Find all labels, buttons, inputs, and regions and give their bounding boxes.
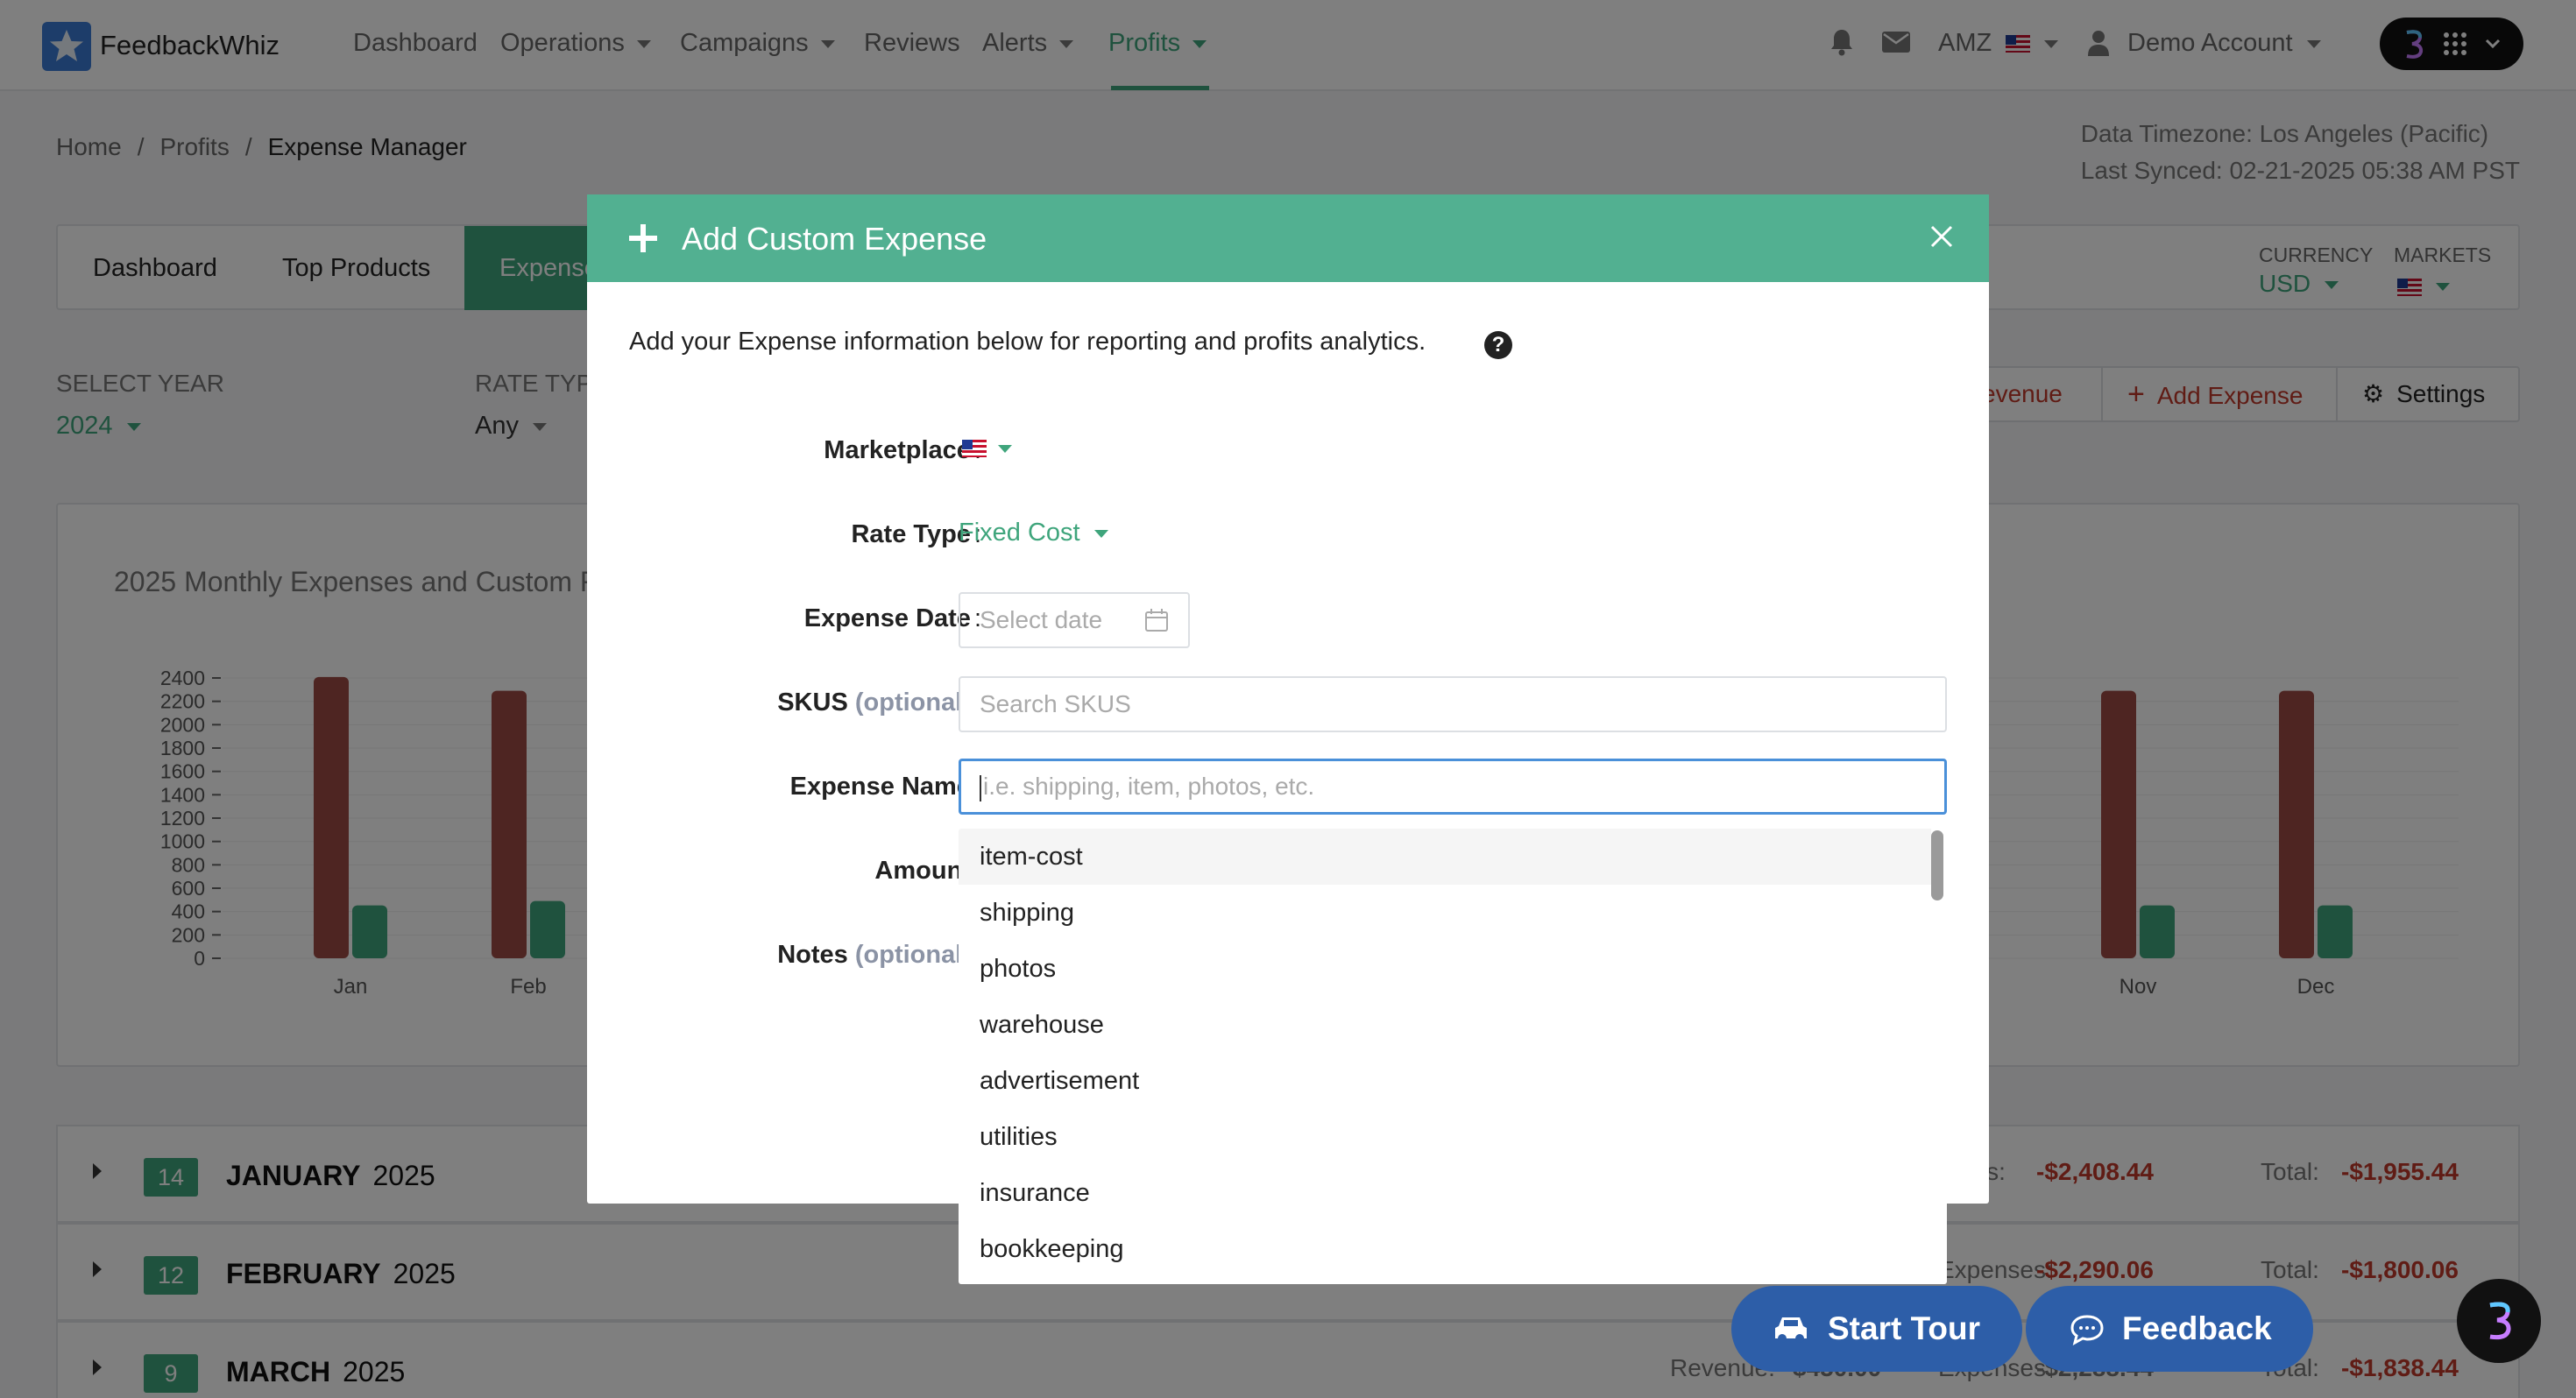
expense-name-input[interactable]: i.e. shipping, item, photos, etc. — [959, 759, 1947, 815]
marketplace-label: Marketplace: — [824, 436, 981, 464]
suggestion-item[interactable]: shipping — [959, 885, 1931, 941]
expense-name-suggestions: item-cost shipping photos warehouse adve… — [959, 829, 1947, 1284]
brand-icon — [2489, 1302, 2511, 1340]
chat-icon — [2070, 1315, 2104, 1345]
suggestion-item[interactable]: insurance — [959, 1165, 1931, 1221]
help-icon[interactable]: ? — [1484, 331, 1512, 359]
suggestion-item[interactable]: advertisement — [959, 1053, 1931, 1109]
close-icon[interactable] — [1929, 224, 1954, 249]
suggestion-item[interactable]: photos — [959, 941, 1931, 997]
rate-type-select[interactable]: Fixed Cost — [959, 519, 1108, 547]
expense-date-input[interactable]: Select date — [959, 592, 1190, 648]
plus-icon — [629, 224, 657, 252]
marketplace-select[interactable] — [962, 440, 1013, 457]
expense-name-label: Expense Name: — [789, 773, 981, 801]
modal-intro: Add your Expense information below for r… — [629, 328, 1426, 356]
amount-label: Amount: — [874, 857, 981, 885]
rate-type-label: Rate Type: — [851, 520, 981, 548]
assistant-chat-button[interactable] — [2457, 1279, 2541, 1363]
feedback-button[interactable]: Feedback — [2026, 1286, 2313, 1372]
suggestion-item[interactable]: warehouse — [959, 997, 1931, 1053]
us-flag-icon — [962, 440, 987, 457]
suggestion-item[interactable]: item-cost — [959, 829, 1931, 885]
chevron-down-icon — [998, 444, 1013, 453]
notes-label: Notes (optional): — [777, 941, 981, 969]
expense-date-label: Expense Date: — [803, 604, 981, 632]
calendar-icon — [1145, 609, 1168, 632]
chevron-down-icon — [1093, 529, 1108, 538]
skus-label: SKUS (optional): — [777, 688, 981, 717]
text-cursor — [980, 774, 981, 801]
skus-search-input[interactable]: Search SKUS — [959, 676, 1947, 732]
car-icon — [1775, 1317, 1807, 1343]
modal-header: Add Custom Expense — [587, 194, 1989, 282]
suggestion-item[interactable]: utilities — [959, 1109, 1931, 1165]
modal-title: Add Custom Expense — [682, 221, 987, 257]
scrollbar[interactable] — [1931, 830, 1943, 900]
suggestion-item[interactable]: bookkeeping — [959, 1221, 1931, 1277]
start-tour-button[interactable]: Start Tour — [1731, 1286, 2022, 1372]
